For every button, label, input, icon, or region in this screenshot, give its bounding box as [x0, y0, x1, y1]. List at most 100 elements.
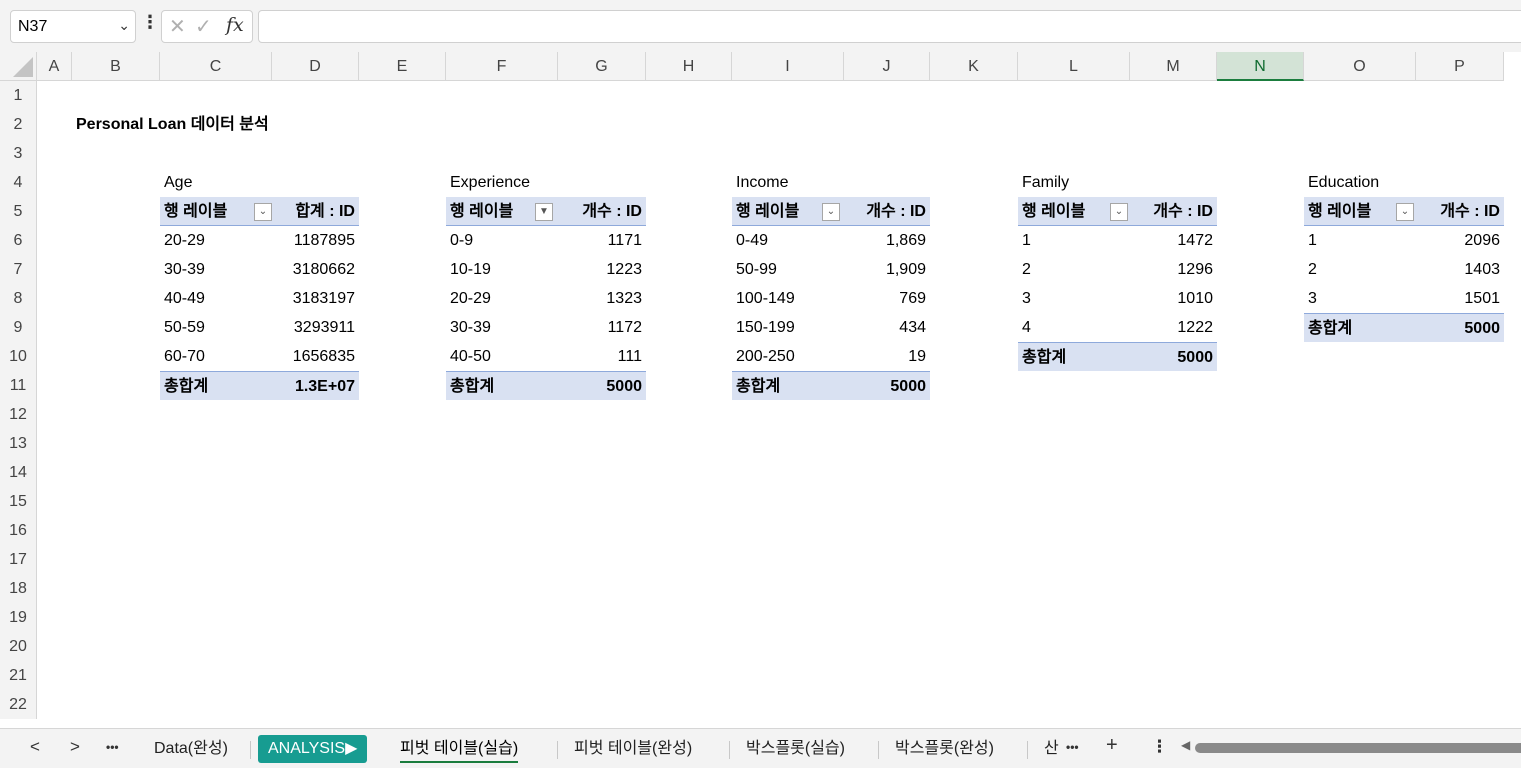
row-header-6[interactable]: 6 — [0, 226, 37, 255]
more-options-icon[interactable]: ⋮ — [141, 12, 159, 40]
pivot-row-label[interactable]: 2 — [1018, 255, 1130, 284]
pivot-row-value[interactable]: 769 — [844, 284, 930, 313]
add-sheet-icon[interactable]: + — [1106, 734, 1118, 757]
pivot-row-label[interactable]: 2 — [1304, 255, 1416, 284]
name-box[interactable]: N37 ⌄ — [10, 10, 136, 43]
pivot-row-value[interactable]: 1656835 — [272, 342, 359, 371]
pivot-row-label[interactable]: 30-39 — [160, 255, 272, 284]
worksheet-grid[interactable]: ABCDEFGHIJKLMNOP 1 2 3 4 5 6 7 8 9 10 11 12 13 14 15 16… — [0, 52, 1521, 728]
more-sheets-icon[interactable]: ••• — [106, 740, 119, 754]
row-header-8[interactable]: 8 — [0, 284, 37, 313]
column-header-g[interactable]: G — [558, 52, 646, 81]
row-header-5[interactable]: 5 — [0, 197, 37, 226]
row-header-13[interactable]: 13 — [0, 429, 37, 458]
pivot-row-value[interactable]: 3183197 — [272, 284, 359, 313]
row-header-1[interactable]: 1 — [0, 81, 37, 110]
pivot-row-value[interactable]: 1010 — [1130, 284, 1217, 313]
pivot-row-value[interactable]: 1472 — [1130, 226, 1217, 255]
pivot-row-label[interactable]: 0-49 — [732, 226, 844, 255]
pivot-row-label[interactable]: 10-19 — [446, 255, 558, 284]
pivot-row-label[interactable]: 4 — [1018, 313, 1130, 342]
pivot-row-value[interactable]: 1,869 — [844, 226, 930, 255]
pivot-total-label[interactable]: 총합계 — [1304, 313, 1416, 342]
row-header-21[interactable]: 21 — [0, 661, 37, 690]
pivot-total-value[interactable]: 5000 — [1130, 342, 1217, 371]
pivot-caption[interactable]: Education — [1304, 168, 1504, 197]
cancel-icon[interactable]: ✕ — [169, 14, 186, 39]
column-header-i[interactable]: I — [732, 52, 844, 81]
pivot-row-label-header[interactable]: 행 레이블 ▼ — [446, 197, 558, 226]
pivot-caption[interactable]: Income — [732, 168, 930, 197]
tab-pivot-practice[interactable]: 피벗 테이블(실습) — [400, 735, 519, 763]
row-header-3[interactable]: 3 — [0, 139, 37, 168]
pivot-row-value[interactable]: 19 — [844, 342, 930, 371]
pivot-row-value[interactable]: 1172 — [558, 313, 646, 342]
pivot-row-label[interactable]: 20-29 — [160, 226, 272, 255]
pivot-value-header[interactable]: 개수 : ID — [1130, 197, 1217, 226]
pivot-row-label[interactable]: 40-50 — [446, 342, 558, 371]
row-header-12[interactable]: 12 — [0, 400, 37, 429]
pivot-row-label[interactable]: 3 — [1018, 284, 1130, 313]
row-header-16[interactable]: 16 — [0, 516, 37, 545]
row-header-20[interactable]: 20 — [0, 632, 37, 661]
formula-input[interactable] — [258, 10, 1521, 43]
column-header-a[interactable]: A — [37, 52, 72, 81]
pivot-total-label[interactable]: 총합계 — [160, 371, 272, 400]
row-header-10[interactable]: 10 — [0, 342, 37, 371]
more-tabs-icon[interactable]: ••• — [1066, 740, 1079, 754]
tab-pivot-complete[interactable]: 피벗 테이블(완성) — [574, 735, 692, 763]
pivot-row-label[interactable]: 20-29 — [446, 284, 558, 313]
prev-sheet-icon[interactable]: < — [30, 737, 40, 757]
pivot-caption[interactable]: Experience — [446, 168, 646, 197]
pivot-total-value[interactable]: 5000 — [1416, 313, 1504, 342]
pivot-row-value[interactable]: 3180662 — [272, 255, 359, 284]
horizontal-scrollbar[interactable]: ◀ — [1179, 738, 1521, 755]
pivot-row-value[interactable]: 1323 — [558, 284, 646, 313]
filter-dropdown-icon[interactable]: ⌄ — [1110, 203, 1128, 221]
tab-truncated[interactable]: 산 — [1044, 735, 1059, 763]
row-header-14[interactable]: 14 — [0, 458, 37, 487]
pivot-row-value[interactable]: 1,909 — [844, 255, 930, 284]
row-header-2[interactable]: 2 — [0, 110, 37, 139]
filter-dropdown-icon[interactable]: ⌄ — [1396, 203, 1414, 221]
column-header-c[interactable]: C — [160, 52, 272, 81]
pivot-row-label[interactable]: 30-39 — [446, 313, 558, 342]
pivot-value-header[interactable]: 합계 : ID — [272, 197, 359, 226]
pivot-row-value[interactable]: 2096 — [1416, 226, 1504, 255]
pivot-value-header[interactable]: 개수 : ID — [844, 197, 930, 226]
column-header-n[interactable]: N — [1217, 52, 1304, 81]
pivot-total-value[interactable]: 5000 — [558, 371, 646, 400]
check-icon[interactable]: ✓ — [195, 14, 212, 39]
column-header-b[interactable]: B — [72, 52, 160, 81]
pivot-total-label[interactable]: 총합계 — [732, 371, 844, 400]
pivot-row-label[interactable]: 0-9 — [446, 226, 558, 255]
column-header-m[interactable]: M — [1130, 52, 1217, 81]
pivot-row-label-header[interactable]: 행 레이블 ⌄ — [732, 197, 844, 226]
pivot-row-label[interactable]: 200-250 — [732, 342, 844, 371]
pivot-row-label[interactable]: 3 — [1304, 284, 1416, 313]
column-header-d[interactable]: D — [272, 52, 359, 81]
pivot-row-value[interactable]: 434 — [844, 313, 930, 342]
pivot-row-label[interactable]: 60-70 — [160, 342, 272, 371]
pivot-row-value[interactable]: 1296 — [1130, 255, 1217, 284]
pivot-row-label[interactable]: 40-49 — [160, 284, 272, 313]
column-header-e[interactable]: E — [359, 52, 446, 81]
pivot-caption[interactable]: Family — [1018, 168, 1217, 197]
tab-boxplot-complete[interactable]: 박스플롯(완성) — [895, 735, 994, 763]
pivot-row-label-header[interactable]: 행 레이블 ⌄ — [160, 197, 272, 226]
pivot-row-value[interactable]: 1223 — [558, 255, 646, 284]
row-header-18[interactable]: 18 — [0, 574, 37, 603]
insert-function-icon[interactable]: fx — [226, 14, 244, 36]
next-sheet-icon[interactable]: > — [70, 737, 80, 757]
pivot-row-label[interactable]: 100-149 — [732, 284, 844, 313]
pivot-row-value[interactable]: 1403 — [1416, 255, 1504, 284]
row-header-9[interactable]: 9 — [0, 313, 37, 342]
pivot-row-label[interactable]: 150-199 — [732, 313, 844, 342]
row-header-7[interactable]: 7 — [0, 255, 37, 284]
chevron-down-icon[interactable]: ⌄ — [118, 17, 130, 34]
pivot-row-value[interactable]: 1187895 — [272, 226, 359, 255]
tab-data-complete[interactable]: Data(완성) — [154, 735, 228, 763]
row-header-22[interactable]: 22 — [0, 690, 37, 719]
pivot-value-header[interactable]: 개수 : ID — [1416, 197, 1504, 226]
pivot-row-value[interactable]: 1171 — [558, 226, 646, 255]
